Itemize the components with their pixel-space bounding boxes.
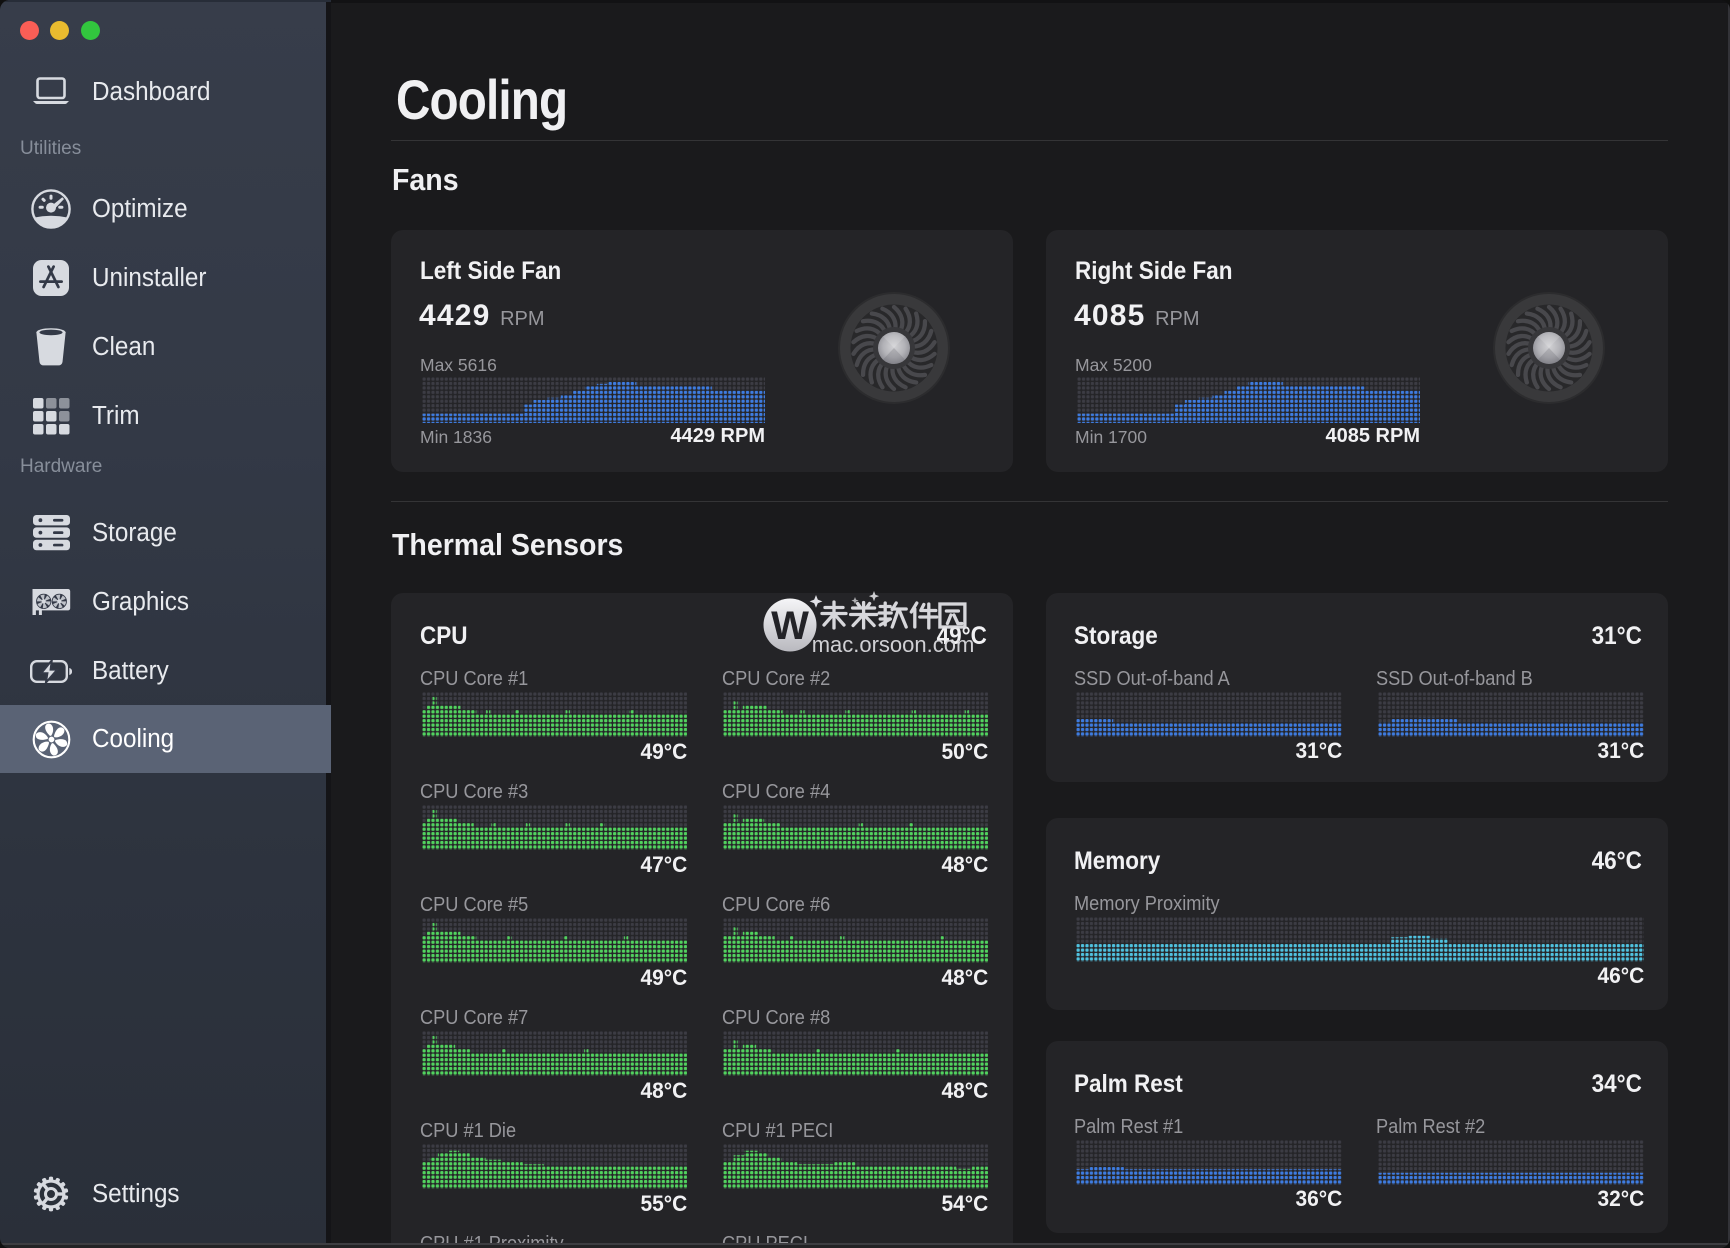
svg-text:W: W — [771, 604, 809, 648]
svg-text:mac.orsoon.com: mac.orsoon.com — [812, 632, 975, 657]
